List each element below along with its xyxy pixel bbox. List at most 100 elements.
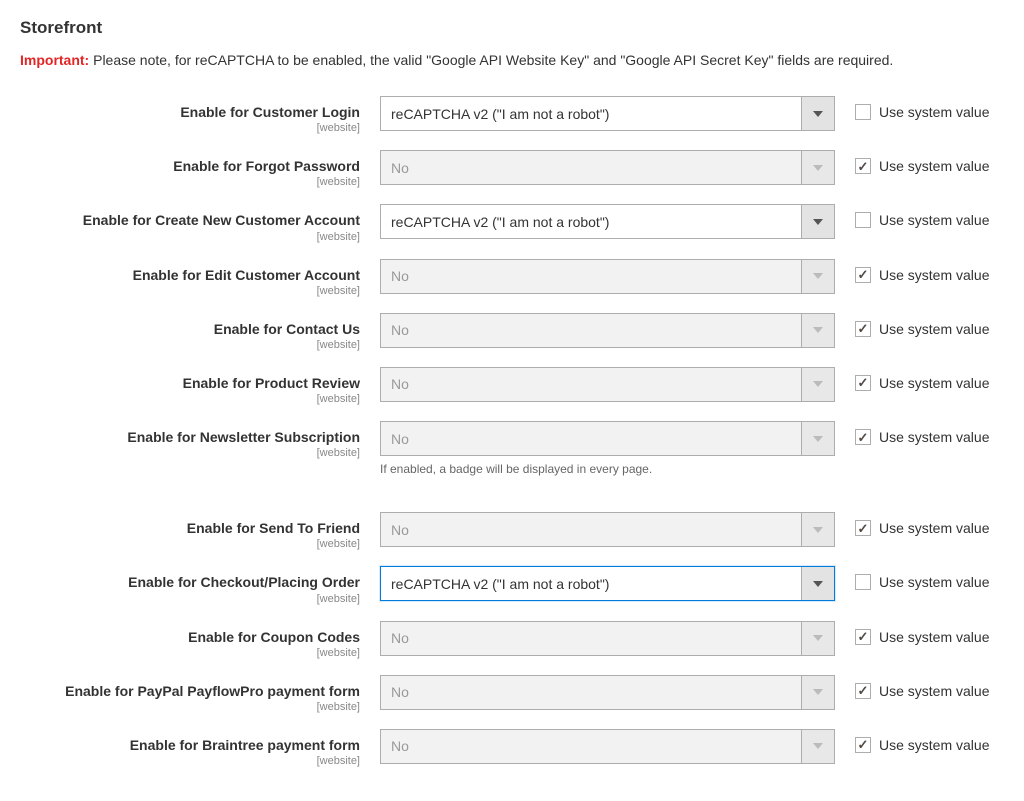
chevron-down-icon bbox=[801, 314, 834, 347]
field-label-col: Enable for Product Review[website] bbox=[20, 367, 380, 405]
field-row-send-friend: Enable for Send To Friend[website]No Use … bbox=[20, 512, 1004, 550]
chevron-down-icon bbox=[801, 151, 834, 184]
use-system-col: Use system value bbox=[835, 313, 989, 337]
use-system-checkbox[interactable] bbox=[855, 737, 871, 753]
use-system-label: Use system value bbox=[879, 267, 989, 283]
important-text: Please note, for reCAPTCHA to be enabled… bbox=[93, 52, 893, 68]
field-row-edit-account: Enable for Edit Customer Account[website… bbox=[20, 259, 1004, 297]
use-system-col: Use system value bbox=[835, 566, 989, 590]
newsletter-select: No bbox=[380, 421, 835, 456]
field-label-col: Enable for Send To Friend[website] bbox=[20, 512, 380, 550]
use-system-checkbox[interactable] bbox=[855, 683, 871, 699]
create-account-select[interactable]: reCAPTCHA v2 ("I am not a robot") bbox=[380, 204, 835, 239]
chevron-down-icon bbox=[801, 97, 834, 130]
field-input-col: reCAPTCHA v2 ("I am not a robot") bbox=[380, 96, 835, 131]
section-title: Storefront bbox=[20, 18, 1004, 38]
use-system-label: Use system value bbox=[879, 104, 989, 120]
field-input-col: reCAPTCHA v2 ("I am not a robot") bbox=[380, 566, 835, 601]
select-value: No bbox=[381, 431, 419, 447]
use-system-col: Use system value bbox=[835, 729, 989, 753]
chevron-down-icon bbox=[801, 513, 834, 546]
field-label-col: Enable for Newsletter Subscription[websi… bbox=[20, 421, 380, 459]
use-system-checkbox[interactable] bbox=[855, 158, 871, 174]
use-system-checkbox[interactable] bbox=[855, 212, 871, 228]
use-system-col: Use system value bbox=[835, 421, 989, 445]
field-scope: [website] bbox=[20, 122, 360, 134]
use-system-label: Use system value bbox=[879, 321, 989, 337]
use-system-checkbox[interactable] bbox=[855, 629, 871, 645]
use-system-label: Use system value bbox=[879, 429, 989, 445]
field-input-col: No bbox=[380, 729, 835, 764]
field-scope: [website] bbox=[20, 593, 360, 605]
field-label: Enable for Checkout/Placing Order bbox=[20, 573, 360, 591]
customer-login-select[interactable]: reCAPTCHA v2 ("I am not a robot") bbox=[380, 96, 835, 131]
send-friend-select: No bbox=[380, 512, 835, 547]
checkout-select[interactable]: reCAPTCHA v2 ("I am not a robot") bbox=[380, 566, 835, 601]
field-input-col: No bbox=[380, 512, 835, 547]
field-row-create-account: Enable for Create New Customer Account [w… bbox=[20, 204, 1004, 242]
use-system-label: Use system value bbox=[879, 158, 989, 174]
field-scope: [website] bbox=[20, 447, 360, 459]
field-label-col: Enable for Customer Login[website] bbox=[20, 96, 380, 134]
field-scope: [website] bbox=[20, 755, 360, 767]
field-label-col: Enable for Forgot Password[website] bbox=[20, 150, 380, 188]
use-system-checkbox[interactable] bbox=[855, 574, 871, 590]
use-system-checkbox[interactable] bbox=[855, 429, 871, 445]
chevron-down-icon bbox=[801, 730, 834, 763]
important-label: Important: bbox=[20, 52, 89, 68]
coupon-select: No bbox=[380, 621, 835, 656]
use-system-label: Use system value bbox=[879, 520, 989, 536]
field-label: Enable for Braintree payment form bbox=[20, 736, 360, 754]
chevron-down-icon bbox=[801, 260, 834, 293]
select-value: reCAPTCHA v2 ("I am not a robot") bbox=[381, 576, 619, 592]
use-system-col: Use system value bbox=[835, 512, 989, 536]
use-system-col: Use system value bbox=[835, 204, 989, 228]
chevron-down-icon bbox=[801, 676, 834, 709]
use-system-col: Use system value bbox=[835, 621, 989, 645]
field-scope: [website] bbox=[20, 231, 360, 243]
use-system-checkbox[interactable] bbox=[855, 267, 871, 283]
use-system-label: Use system value bbox=[879, 574, 989, 590]
forgot-password-select: No bbox=[380, 150, 835, 185]
edit-account-select: No bbox=[380, 259, 835, 294]
field-label: Enable for Forgot Password bbox=[20, 157, 360, 175]
field-input-col: reCAPTCHA v2 ("I am not a robot") bbox=[380, 204, 835, 239]
field-input-col: No bbox=[380, 675, 835, 710]
select-value: No bbox=[381, 268, 419, 284]
use-system-checkbox[interactable] bbox=[855, 321, 871, 337]
field-scope: [website] bbox=[20, 339, 360, 351]
use-system-checkbox[interactable] bbox=[855, 375, 871, 391]
field-label-col: Enable for Contact Us[website] bbox=[20, 313, 380, 351]
field-label: Enable for Product Review bbox=[20, 374, 360, 392]
select-value: reCAPTCHA v2 ("I am not a robot") bbox=[381, 214, 619, 230]
use-system-label: Use system value bbox=[879, 212, 989, 228]
field-row-checkout: Enable for Checkout/Placing Order [websit… bbox=[20, 566, 1004, 604]
field-row-product-review: Enable for Product Review[website]NoUse … bbox=[20, 367, 1004, 405]
field-scope: [website] bbox=[20, 701, 360, 713]
field-label-col: Enable for Checkout/Placing Order [websit… bbox=[20, 566, 380, 604]
select-value: No bbox=[381, 522, 419, 538]
use-system-col: Use system value bbox=[835, 259, 989, 283]
field-label: Enable for Create New Customer Account bbox=[20, 211, 360, 229]
field-input-col: No If enabled, a badge will be displayed … bbox=[380, 421, 835, 476]
use-system-col: Use system value bbox=[835, 367, 989, 391]
select-value: No bbox=[381, 160, 419, 176]
field-label: Enable for Newsletter Subscription bbox=[20, 428, 360, 446]
field-note: If enabled, a badge will be displayed in… bbox=[380, 462, 835, 476]
field-row-contact-us: Enable for Contact Us[website]No Use syst… bbox=[20, 313, 1004, 351]
field-label: Enable for Send To Friend bbox=[20, 519, 360, 537]
use-system-checkbox[interactable] bbox=[855, 520, 871, 536]
select-value: No bbox=[381, 322, 419, 338]
field-row-forgot-password: Enable for Forgot Password[website]No Use… bbox=[20, 150, 1004, 188]
use-system-col: Use system value bbox=[835, 150, 989, 174]
field-label: Enable for PayPal PayflowPro payment for… bbox=[20, 682, 360, 700]
use-system-checkbox[interactable] bbox=[855, 104, 871, 120]
field-input-col: No bbox=[380, 621, 835, 656]
field-input-col: No bbox=[380, 259, 835, 294]
contact-us-select: No bbox=[380, 313, 835, 348]
field-scope: [website] bbox=[20, 285, 360, 297]
field-label-col: Enable for Edit Customer Account[website… bbox=[20, 259, 380, 297]
field-label-col: Enable for PayPal PayflowPro payment for… bbox=[20, 675, 380, 713]
chevron-down-icon bbox=[801, 567, 834, 600]
use-system-label: Use system value bbox=[879, 683, 989, 699]
